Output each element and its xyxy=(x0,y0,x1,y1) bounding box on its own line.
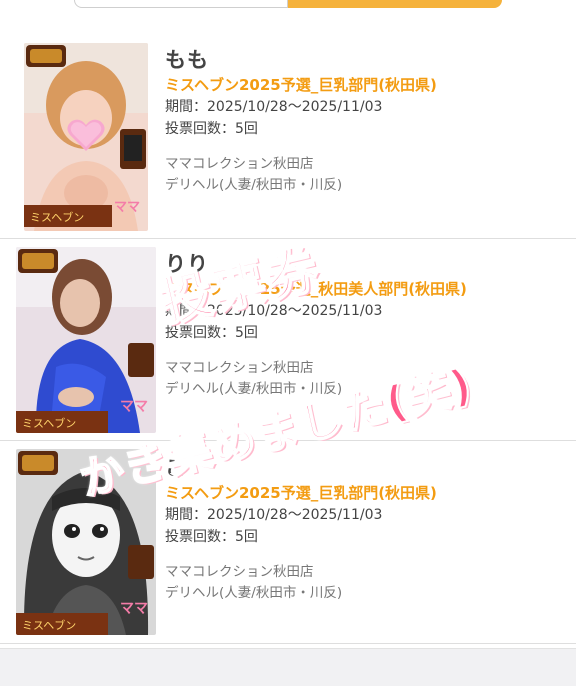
svg-text:ミスヘブン: ミスヘブン xyxy=(30,210,84,224)
entry-name[interactable]: こ xyxy=(165,454,437,482)
illustration-photo[interactable]: ミスヘブン ママ xyxy=(16,449,156,635)
entry-votes: 投票回数：5回 xyxy=(165,325,258,341)
entry-name[interactable]: りり xyxy=(165,250,467,278)
entry-info: こ ミスヘブン2025予選_巨乳部門(秋田県) 期間：2025/10/28〜20… xyxy=(165,454,437,604)
entry-category[interactable]: ミスヘブン2025予選_秋田美人部門(秋田県) xyxy=(165,278,467,300)
entry-category[interactable]: ミスヘブン2025予選_巨乳部門(秋田県) xyxy=(165,74,437,96)
entry-shop[interactable]: ママコレクション秋田店 xyxy=(165,358,467,379)
divider xyxy=(0,643,576,644)
entry-genre: デリヘル(人妻/秋田市・川反) xyxy=(165,177,343,193)
tab-bar xyxy=(74,0,502,8)
entry-shop[interactable]: ママコレクション秋田店 xyxy=(165,154,437,175)
divider xyxy=(0,238,576,239)
entry-info: もも ミスヘブン2025予選_巨乳部門(秋田県) 期間：2025/10/28〜2… xyxy=(165,46,437,196)
page: ミスヘブン ママ もも ミスヘブン2025予選_巨乳部門(秋田県) 期間：202… xyxy=(0,0,576,686)
entry-period: 期間：2025/10/28〜2025/11/03 xyxy=(165,99,383,115)
entry-period: 期間：2025/10/28〜2025/11/03 xyxy=(165,507,383,523)
entry-shop[interactable]: ママコレクション秋田店 xyxy=(165,562,437,583)
entry-genre: デリヘル(人妻/秋田市・川反) xyxy=(165,381,343,397)
profile-photo[interactable]: ミスヘブン ママ xyxy=(16,247,156,433)
profile-photo[interactable]: ミスヘブン ママ xyxy=(24,43,148,231)
entry-period: 期間：2025/10/28〜2025/11/03 xyxy=(165,303,383,319)
entry-category[interactable]: ミスヘブン2025予選_巨乳部門(秋田県) xyxy=(165,482,437,504)
svg-text:ママ: ママ xyxy=(120,601,148,617)
entry-genre: デリヘル(人妻/秋田市・川反) xyxy=(165,585,343,601)
entry-votes: 投票回数：5回 xyxy=(165,121,258,137)
tab-left[interactable] xyxy=(74,0,288,8)
tab-right-active[interactable] xyxy=(288,0,502,8)
entry-name[interactable]: もも xyxy=(165,46,437,74)
divider xyxy=(0,440,576,441)
svg-text:ママ: ママ xyxy=(120,399,148,415)
svg-text:ミスヘブン: ミスヘブン xyxy=(22,618,76,632)
entry-info: りり ミスヘブン2025予選_秋田美人部門(秋田県) 期間：2025/10/28… xyxy=(165,250,467,400)
footer-band xyxy=(0,648,576,686)
shop-badge-text: ママ xyxy=(114,200,140,215)
entry-votes: 投票回数：5回 xyxy=(165,529,258,545)
svg-text:ミスヘブン: ミスヘブン xyxy=(22,416,76,430)
